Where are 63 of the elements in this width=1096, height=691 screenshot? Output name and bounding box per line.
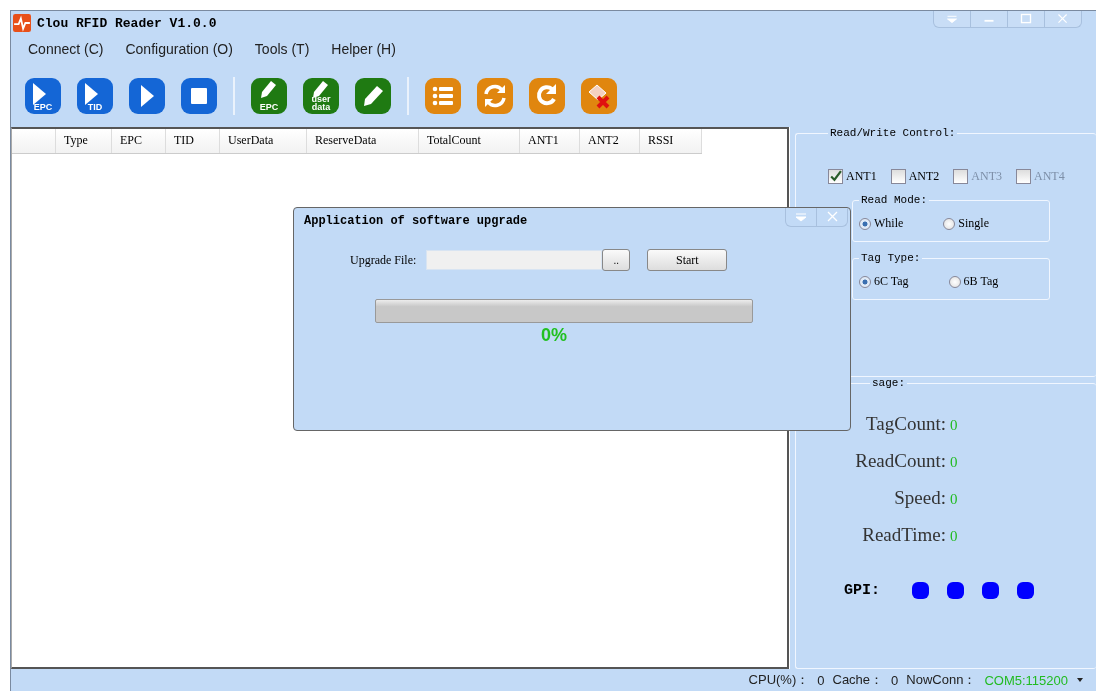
column-header[interactable]: TID: [166, 129, 220, 153]
cpu-value: 0: [817, 672, 825, 688]
field-label: Upgrade File:: [350, 252, 417, 268]
column-header[interactable]: ReserveData: [307, 129, 419, 153]
edit-button[interactable]: user data: [303, 78, 339, 114]
play-button[interactable]: EPC: [25, 78, 61, 114]
app-logo-icon: [13, 14, 31, 32]
list-button[interactable]: [425, 78, 461, 114]
stop-button[interactable]: [181, 78, 217, 114]
cache-value: 0: [891, 672, 899, 688]
dropdown-icon[interactable]: [1076, 677, 1084, 683]
group-title: Read Mode:: [860, 194, 928, 206]
column-header[interactable]: RSSI: [640, 129, 702, 153]
gpi-label: GPI:: [844, 582, 880, 599]
progress-percent: 0%: [540, 325, 568, 346]
cache-label: Cache：: [832, 671, 884, 689]
connection-label: NowConn：: [906, 671, 977, 689]
stat-value: 0: [950, 454, 959, 471]
radio-button[interactable]: Single: [943, 216, 989, 231]
menu-item[interactable]: Configuration (O): [125, 41, 233, 65]
column-header[interactable]: TotalCount: [419, 129, 520, 153]
play-icon: [85, 83, 98, 105]
file-path-field[interactable]: [426, 250, 603, 270]
stat-value: 0: [950, 417, 959, 434]
dialog-title: Application of software upgrade: [303, 213, 528, 228]
window-title: Clou RFID Reader V1.0.0: [37, 15, 217, 31]
edit-button[interactable]: [355, 78, 391, 114]
column-header[interactable]: ANT1: [520, 129, 580, 153]
play-icon: [33, 83, 46, 105]
stat-value: 0: [950, 491, 959, 508]
stat-label: ReadTime:: [862, 524, 946, 546]
antenna-checkbox[interactable]: ANT2: [890, 169, 940, 184]
radio-button[interactable]: While: [859, 216, 904, 231]
stat-label: ReadCount:: [855, 450, 946, 472]
group-title: Read/Write Control:: [829, 127, 957, 139]
pencil-icon: [261, 81, 276, 98]
clear-button[interactable]: [581, 78, 617, 114]
browse-button[interactable]: ..: [602, 249, 631, 271]
column-header[interactable]: ANT2: [580, 129, 640, 153]
redo-button[interactable]: [529, 78, 565, 114]
play-button[interactable]: [129, 78, 165, 114]
stat-label: TagCount:: [866, 413, 946, 435]
radio-button[interactable]: 6C Tag: [859, 274, 909, 289]
cpu-label: CPU(%)：: [748, 671, 810, 689]
checkmark-icon: [829, 170, 842, 183]
start-button[interactable]: Start: [647, 249, 728, 271]
radio-button[interactable]: 6B Tag: [948, 274, 999, 289]
stat-label: Speed:: [894, 487, 946, 509]
column-header[interactable]: EPC: [112, 129, 166, 153]
edit-button[interactable]: EPC: [251, 78, 287, 114]
stat-value: 0: [950, 528, 959, 545]
menu-item[interactable]: Connect (C): [28, 41, 104, 65]
menu-item[interactable]: Tools (T): [254, 41, 310, 65]
refresh-button[interactable]: [477, 78, 513, 114]
pencil-icon: [313, 81, 328, 98]
group-title: Tag Type:: [860, 252, 922, 264]
play-button[interactable]: TID: [77, 78, 113, 114]
menu-item[interactable]: Helper (H): [331, 41, 396, 65]
column-header[interactable]: UserData: [220, 129, 307, 153]
group-title: sage:: [871, 377, 906, 389]
connection-value: COM5:115200: [984, 672, 1068, 688]
column-header[interactable]: Type: [56, 129, 112, 153]
antenna-checkbox[interactable]: ANT1: [828, 169, 877, 184]
